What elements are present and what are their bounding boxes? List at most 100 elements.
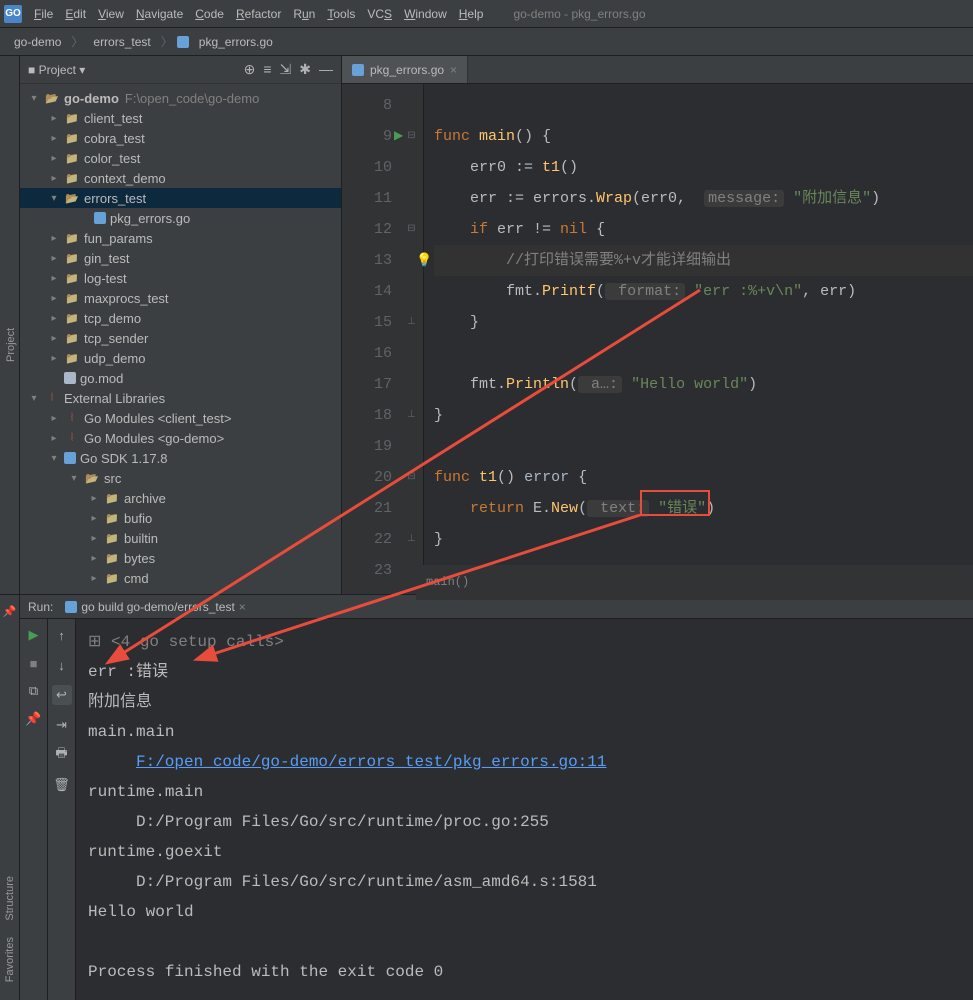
run-panel: 📌 Structure Favorites Run: go build go-d… [0,594,973,1000]
menu-refactor[interactable]: Refactor [236,7,281,21]
go-file-icon [177,36,189,48]
scroll-icon[interactable]: ⇥ [52,715,72,735]
line-numbers: 8 9▶ 101112 131415 161718 192021 2223 [342,84,400,594]
run-gutter-icon[interactable]: ▶ [394,121,403,152]
title-bar: GO File Edit View Navigate Code Refactor… [0,0,973,28]
console-line: 附加信息 [88,687,961,717]
pin-run-icon[interactable]: 📌 [24,709,44,729]
tree-folder[interactable]: ▸client_test [20,108,341,128]
tree-folder[interactable]: ▸fun_params [20,228,341,248]
stop-icon[interactable]: ■ [24,653,44,673]
crumb-folder[interactable]: errors_test [87,33,156,51]
console-line: err :错误 [88,657,961,687]
tree-folder[interactable]: ▸tcp_sender [20,328,341,348]
intention-bulb-icon[interactable]: 💡 [416,245,432,276]
menu-edit[interactable]: Edit [65,7,86,21]
run-label: Run: [28,600,53,614]
close-tab-icon[interactable]: × [450,63,457,77]
tree-file-pkg-errors[interactable]: pkg_errors.go [20,208,341,228]
collapse-icon[interactable]: ⇲ [280,61,292,78]
structure-tool-button[interactable]: Structure [2,868,18,929]
menu-navigate[interactable]: Navigate [136,7,183,21]
editor-tab-label: pkg_errors.go [370,63,444,77]
tree-sdk-folder[interactable]: ▸bytes [20,548,341,568]
menu-run[interactable]: Run [293,7,315,21]
editor-tabs: pkg_errors.go × [342,56,973,84]
down-icon[interactable]: ↓ [52,655,72,675]
console-line: Hello world [88,897,961,927]
console-line: main.main [88,717,961,747]
app-logo-icon: GO [4,5,22,23]
window-title: go-demo - pkg_errors.go [513,7,645,21]
tree-folder[interactable]: ▸log-test [20,268,341,288]
hide-icon[interactable]: — [319,61,333,78]
editor-area: pkg_errors.go × 8 9▶ 101112 131415 16171… [342,56,973,594]
locate-icon[interactable]: ⊕ [244,61,256,78]
trash-icon[interactable]: 🗑 [52,775,72,795]
run-config-tab[interactable]: go build go-demo/errors_test × [59,600,251,614]
tree-folder[interactable]: ▸maxprocs_test [20,288,341,308]
go-file-icon [65,601,77,613]
tree-folder[interactable]: ▸context_demo [20,168,341,188]
pin-icon[interactable]: 📌 [3,605,17,618]
editor-breadcrumb[interactable]: main() [416,565,973,600]
tree-folder[interactable]: ▸cobra_test [20,128,341,148]
tree-sdk-folder[interactable]: ▸builtin [20,528,341,548]
console-line: runtime.main [88,777,961,807]
project-tool-button[interactable]: Project [3,96,19,594]
menu-file[interactable]: File [34,7,53,21]
tree-sdk-folder[interactable]: ▸bufio [20,508,341,528]
run-toolbar-secondary: ↑ ↓ ↩ ⇥ 🖶 🗑 [48,619,76,1000]
tree-sdk-folder[interactable]: ▸archive [20,488,341,508]
breadcrumb: go-demo 〉 errors_test 〉 pkg_errors.go [0,28,973,56]
menu-view[interactable]: View [98,7,124,21]
layout-icon[interactable]: ⧉ [24,681,44,701]
project-panel: ■ Project ▾ ⊕ ≡ ⇲ ✱ — ▾ go-demo F:\open_… [20,56,342,594]
console-output[interactable]: ⊞ <4 go setup calls> err :错误 附加信息 main.m… [76,619,973,1000]
menu-vcs[interactable]: VCS [367,7,392,21]
left-stripe-bottom: 📌 Structure Favorites [0,595,20,1000]
tree-root[interactable]: ▾ go-demo F:\open_code\go-demo [20,88,341,108]
tree-folder[interactable]: ▸color_test [20,148,341,168]
tree-go-sdk[interactable]: ▾Go SDK 1.17.8 [20,448,341,468]
tree-folder[interactable]: ▸gin_test [20,248,341,268]
console-line: D:/Program Files/Go/src/runtime/proc.go:… [88,807,961,837]
favorites-tool-button[interactable]: Favorites [2,929,18,990]
tree-ext-lib[interactable]: ▸Go Modules <go-demo> [20,428,341,448]
crumb-project[interactable]: go-demo [8,33,67,51]
project-title[interactable]: ■ Project ▾ [28,63,85,77]
left-stripe: Project [0,56,20,594]
code-content[interactable]: func main() { err0 := t1() err := errors… [424,84,973,594]
settings-icon[interactable]: ✱ [299,61,311,78]
console-fold[interactable]: ⊞ [88,633,111,651]
expand-icon[interactable]: ≡ [263,61,271,78]
code-editor[interactable]: 8 9▶ 101112 131415 161718 192021 2223 ⊟ … [342,84,973,594]
menu-code[interactable]: Code [195,7,224,21]
go-file-icon [352,64,364,76]
console-line: runtime.goexit [88,837,961,867]
softwrap-icon[interactable]: ↩ [52,685,72,705]
print-icon[interactable]: 🖶 [52,745,72,765]
console-link[interactable]: F:/open_code/go-demo/errors_test/pkg_err… [136,753,606,771]
menu-window[interactable]: Window [404,7,447,21]
project-tree[interactable]: ▾ go-demo F:\open_code\go-demo ▸client_t… [20,84,341,594]
editor-tab-pkg-errors[interactable]: pkg_errors.go × [342,56,468,83]
project-panel-header: ■ Project ▾ ⊕ ≡ ⇲ ✱ — [20,56,341,84]
run-toolbar-primary: ▶ ■ ⧉ 📌 [20,619,48,1000]
tree-folder-errors[interactable]: ▾errors_test [20,188,341,208]
menu-bar: File Edit View Navigate Code Refactor Ru… [34,7,483,21]
tree-ext-libs[interactable]: ▾External Libraries [20,388,341,408]
menu-help[interactable]: Help [459,7,484,21]
tree-sdk-folder[interactable]: ▸cmd [20,568,341,588]
up-icon[interactable]: ↑ [52,625,72,645]
console-line: D:/Program Files/Go/src/runtime/asm_amd6… [88,867,961,897]
tree-gomod[interactable]: go.mod [20,368,341,388]
menu-tools[interactable]: Tools [327,7,355,21]
tree-folder[interactable]: ▸udp_demo [20,348,341,368]
fold-gutter: ⊟ ⊟⊥ ⊥ ⊟⊥ [400,84,424,594]
crumb-file[interactable]: pkg_errors.go [193,33,279,51]
tree-sdk-src[interactable]: ▾src [20,468,341,488]
rerun-icon[interactable]: ▶ [24,625,44,645]
tree-ext-lib[interactable]: ▸Go Modules <client_test> [20,408,341,428]
tree-folder[interactable]: ▸tcp_demo [20,308,341,328]
